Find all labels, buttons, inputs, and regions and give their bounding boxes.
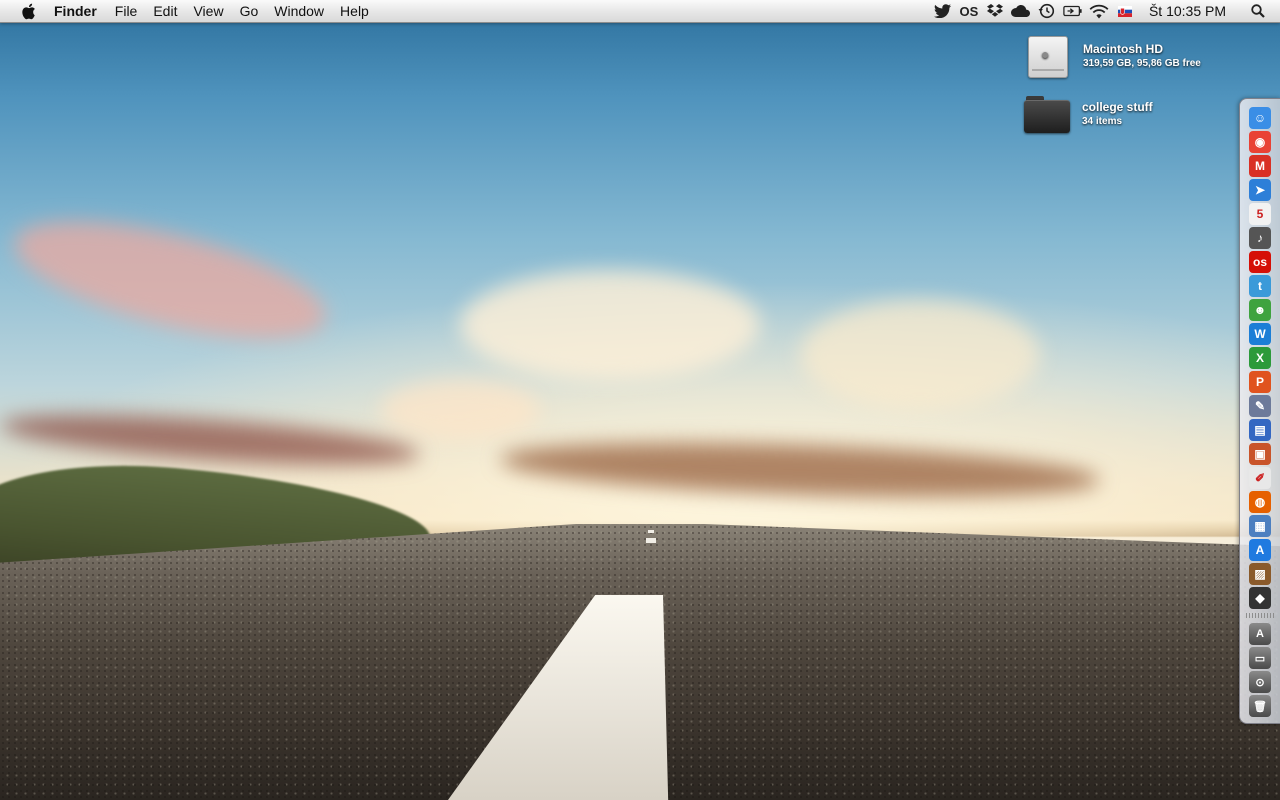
preview-icon[interactable]: ▦ — [1249, 515, 1271, 537]
itunes-icon[interactable]: ♪ — [1249, 227, 1271, 249]
road-marking — [646, 538, 656, 543]
sparrow-icon[interactable]: ➤ — [1249, 179, 1271, 201]
desktop-item-info: 319,59 GB, 95,86 GB free — [1083, 58, 1201, 69]
finder-icon[interactable]: ☺ — [1249, 107, 1271, 129]
xcode-icon[interactable]: ✎ — [1249, 395, 1271, 417]
battery-icon[interactable] — [1063, 2, 1083, 20]
activity-monitor-icon[interactable]: ◆ — [1249, 587, 1271, 609]
desktop-item-college-stuff[interactable]: college stuff 34 items — [1024, 94, 1153, 134]
ical-icon[interactable]: 5 — [1249, 203, 1271, 225]
status-menu-area: OS Št 10:35 PM — [927, 0, 1280, 22]
downloads-stack-icon[interactable]: ⊙ — [1249, 671, 1271, 693]
menu-edit[interactable]: Edit — [153, 0, 177, 22]
cloud — [800, 300, 1040, 410]
cloud — [380, 380, 540, 440]
cloud — [460, 270, 760, 380]
time-machine-icon[interactable] — [1037, 2, 1057, 20]
hard-drive-icon: ● — [1028, 36, 1068, 78]
apple-logo-icon[interactable] — [18, 1, 38, 21]
folder-icon — [1024, 94, 1072, 134]
app-store-icon[interactable]: A — [1249, 539, 1271, 561]
menu-window[interactable]: Window — [274, 0, 324, 22]
word-icon[interactable]: W — [1249, 323, 1271, 345]
menu-help[interactable]: Help — [340, 0, 369, 22]
desktop-item-label: college stuff — [1082, 100, 1153, 114]
dock-separator — [1246, 613, 1276, 618]
input-flag-icon[interactable] — [1115, 2, 1135, 20]
powerpoint-icon[interactable]: P — [1249, 371, 1271, 393]
firefox-icon[interactable]: ◍ — [1249, 491, 1271, 513]
gmail-icon[interactable]: M — [1249, 155, 1271, 177]
menu-app-name[interactable]: Finder — [54, 0, 97, 22]
textedit-icon[interactable]: ✐ — [1249, 467, 1271, 489]
twitter-icon[interactable] — [933, 2, 953, 20]
lastfm-icon[interactable]: OS — [959, 2, 979, 20]
excel-icon[interactable]: X — [1249, 347, 1271, 369]
keynote-icon[interactable]: ▤ — [1249, 419, 1271, 441]
menu-clock[interactable]: Št 10:35 PM — [1149, 3, 1226, 19]
trash-icon[interactable]: 🗑 — [1249, 695, 1271, 717]
menu-bar: Finder File Edit View Go Window Help OS … — [0, 0, 1280, 23]
chrome-icon[interactable]: ◉ — [1249, 131, 1271, 153]
dropbox-icon[interactable] — [985, 2, 1005, 20]
applications-stack-icon[interactable]: A — [1249, 623, 1271, 645]
photo-booth-icon[interactable]: ▣ — [1249, 443, 1271, 465]
icloud-icon[interactable] — [1011, 2, 1031, 20]
adium-icon[interactable]: ☻ — [1249, 299, 1271, 321]
desktop-item-info: 34 items — [1082, 116, 1123, 127]
road-marking — [648, 530, 654, 533]
desktop-item-label: Macintosh HD — [1083, 42, 1164, 56]
desktop-item-macintosh-hd[interactable]: ● Macintosh HD 319,59 GB, 95,86 GB free — [1028, 36, 1201, 78]
dock: ☺ ◉ M ➤ 5 ♪ os t ☻ W X P ✎ ▤ ▣ ✐ ◍ ▦ A ▨ ◆ A ▭ ⊙ 🗑 — [1239, 98, 1280, 724]
documents-stack-icon[interactable]: ▭ — [1249, 647, 1271, 669]
wifi-icon[interactable] — [1089, 2, 1109, 20]
menu-view[interactable]: View — [193, 0, 223, 22]
archive-utility-icon[interactable]: ▨ — [1249, 563, 1271, 585]
menu-file[interactable]: File — [115, 0, 138, 22]
twitter-icon[interactable]: t — [1249, 275, 1271, 297]
spotlight-search-icon[interactable] — [1248, 2, 1268, 20]
lastfm-icon[interactable]: os — [1249, 251, 1271, 273]
menu-go[interactable]: Go — [240, 0, 259, 22]
